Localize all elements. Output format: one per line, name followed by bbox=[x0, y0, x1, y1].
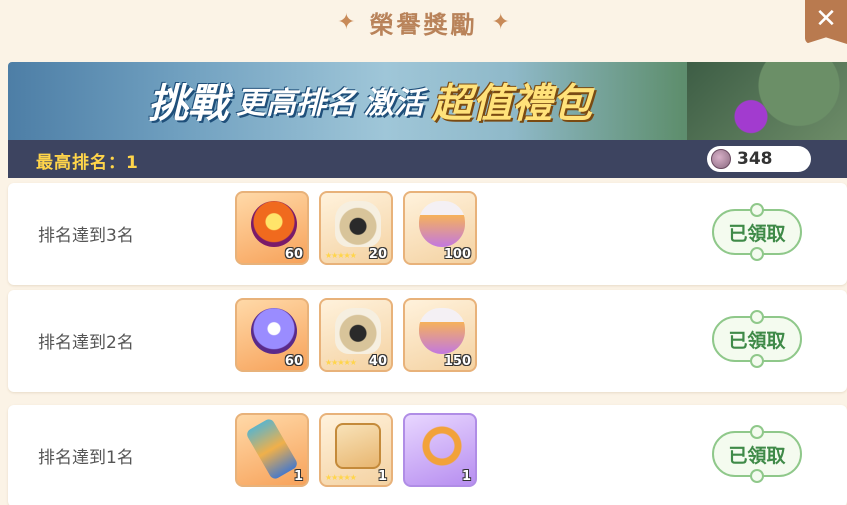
reward-row: 排名達到2名 60 ★★★★★ 40 150 已領取 bbox=[8, 290, 847, 392]
item-count: 1 bbox=[377, 469, 387, 484]
crystal-orb-icon bbox=[251, 308, 297, 354]
currency-pill: 348 bbox=[707, 146, 811, 172]
item-count: 60 bbox=[284, 354, 303, 369]
item-stars: ★★★★★ bbox=[325, 251, 357, 260]
item-count: 60 bbox=[284, 247, 303, 262]
reward-items: 1 ★★★★★ 1 1 bbox=[235, 413, 477, 487]
helmet-shard-icon bbox=[335, 308, 381, 354]
reward-item[interactable]: 100 bbox=[403, 191, 477, 265]
banner-headline: 挑戰 更高排名 激活 超值禮包 bbox=[148, 70, 592, 130]
star-left-icon: ✦ bbox=[337, 9, 356, 35]
reward-item[interactable]: 60 bbox=[235, 298, 309, 372]
item-count: 150 bbox=[443, 354, 471, 369]
reward-item[interactable]: ★★★★★ 40 bbox=[319, 298, 393, 372]
reward-tier-label: 排名達到2名 bbox=[38, 333, 134, 353]
helmet-shard-icon bbox=[335, 201, 381, 247]
title-row: ✦ 榮譽獎勵 ✦ bbox=[0, 4, 847, 40]
claimed-button[interactable]: 已領取 bbox=[712, 425, 802, 483]
star-right-icon: ✦ bbox=[491, 9, 510, 35]
bracer-icon bbox=[245, 417, 299, 481]
potion-flask-icon bbox=[419, 308, 465, 354]
claimed-label: 已領取 bbox=[728, 444, 786, 467]
reward-row: 排名達到3名 60 ★★★★★ 20 100 已領取 bbox=[8, 183, 847, 285]
close-button[interactable]: ✕ bbox=[805, 0, 847, 44]
reward-items: 60 ★★★★★ 20 100 bbox=[235, 191, 477, 265]
scroll-shard-icon bbox=[335, 423, 381, 469]
fire-orb-icon bbox=[251, 201, 297, 247]
claimed-label: 已領取 bbox=[728, 222, 786, 245]
item-count: 20 bbox=[368, 247, 387, 262]
reward-item[interactable]: 1 bbox=[235, 413, 309, 487]
banner-text-gift-pack: 超值禮包 bbox=[432, 81, 592, 127]
reward-item[interactable]: ★★★★★ 1 bbox=[319, 413, 393, 487]
item-count: 100 bbox=[443, 247, 471, 262]
rank-bar: 最高排名：1 348 bbox=[8, 140, 847, 178]
currency-value: 348 bbox=[737, 149, 773, 169]
promo-banner: 挑戰 更高排名 激活 超值禮包 bbox=[8, 62, 847, 140]
reward-item[interactable]: 1 bbox=[403, 413, 477, 487]
claimed-button[interactable]: 已領取 bbox=[712, 203, 802, 261]
reward-tier-label: 排名達到1名 bbox=[38, 448, 134, 468]
banner-text-activate: 激活 bbox=[364, 86, 424, 121]
page-title: 榮譽獎勵 bbox=[369, 10, 478, 39]
banner-artwork bbox=[687, 62, 847, 140]
close-icon: ✕ bbox=[815, 4, 837, 34]
item-stars: ★★★★★ bbox=[325, 473, 357, 482]
reward-item[interactable]: 60 bbox=[235, 191, 309, 265]
fire-ring-icon bbox=[419, 423, 465, 469]
claimed-label: 已領取 bbox=[728, 329, 786, 352]
banner-text-higher-rank: 更高排名 bbox=[236, 86, 356, 121]
honor-coin-icon bbox=[711, 149, 731, 169]
banner-text-challenge: 挑戰 bbox=[148, 81, 228, 127]
claimed-button[interactable]: 已領取 bbox=[712, 310, 802, 368]
reward-row: 排名達到1名 1 ★★★★★ 1 1 已領取 bbox=[8, 405, 847, 505]
potion-flask-icon bbox=[419, 201, 465, 247]
reward-item[interactable]: 150 bbox=[403, 298, 477, 372]
reward-item[interactable]: ★★★★★ 20 bbox=[319, 191, 393, 265]
item-count: 1 bbox=[461, 469, 471, 484]
reward-tier-label: 排名達到3名 bbox=[38, 226, 134, 246]
reward-items: 60 ★★★★★ 40 150 bbox=[235, 298, 477, 372]
header: ✦ 榮譽獎勵 ✦ ✕ bbox=[0, 0, 847, 52]
item-count: 1 bbox=[293, 469, 303, 484]
item-stars: ★★★★★ bbox=[325, 358, 357, 367]
item-count: 40 bbox=[368, 354, 387, 369]
highest-rank-label: 最高排名：1 bbox=[36, 153, 139, 173]
